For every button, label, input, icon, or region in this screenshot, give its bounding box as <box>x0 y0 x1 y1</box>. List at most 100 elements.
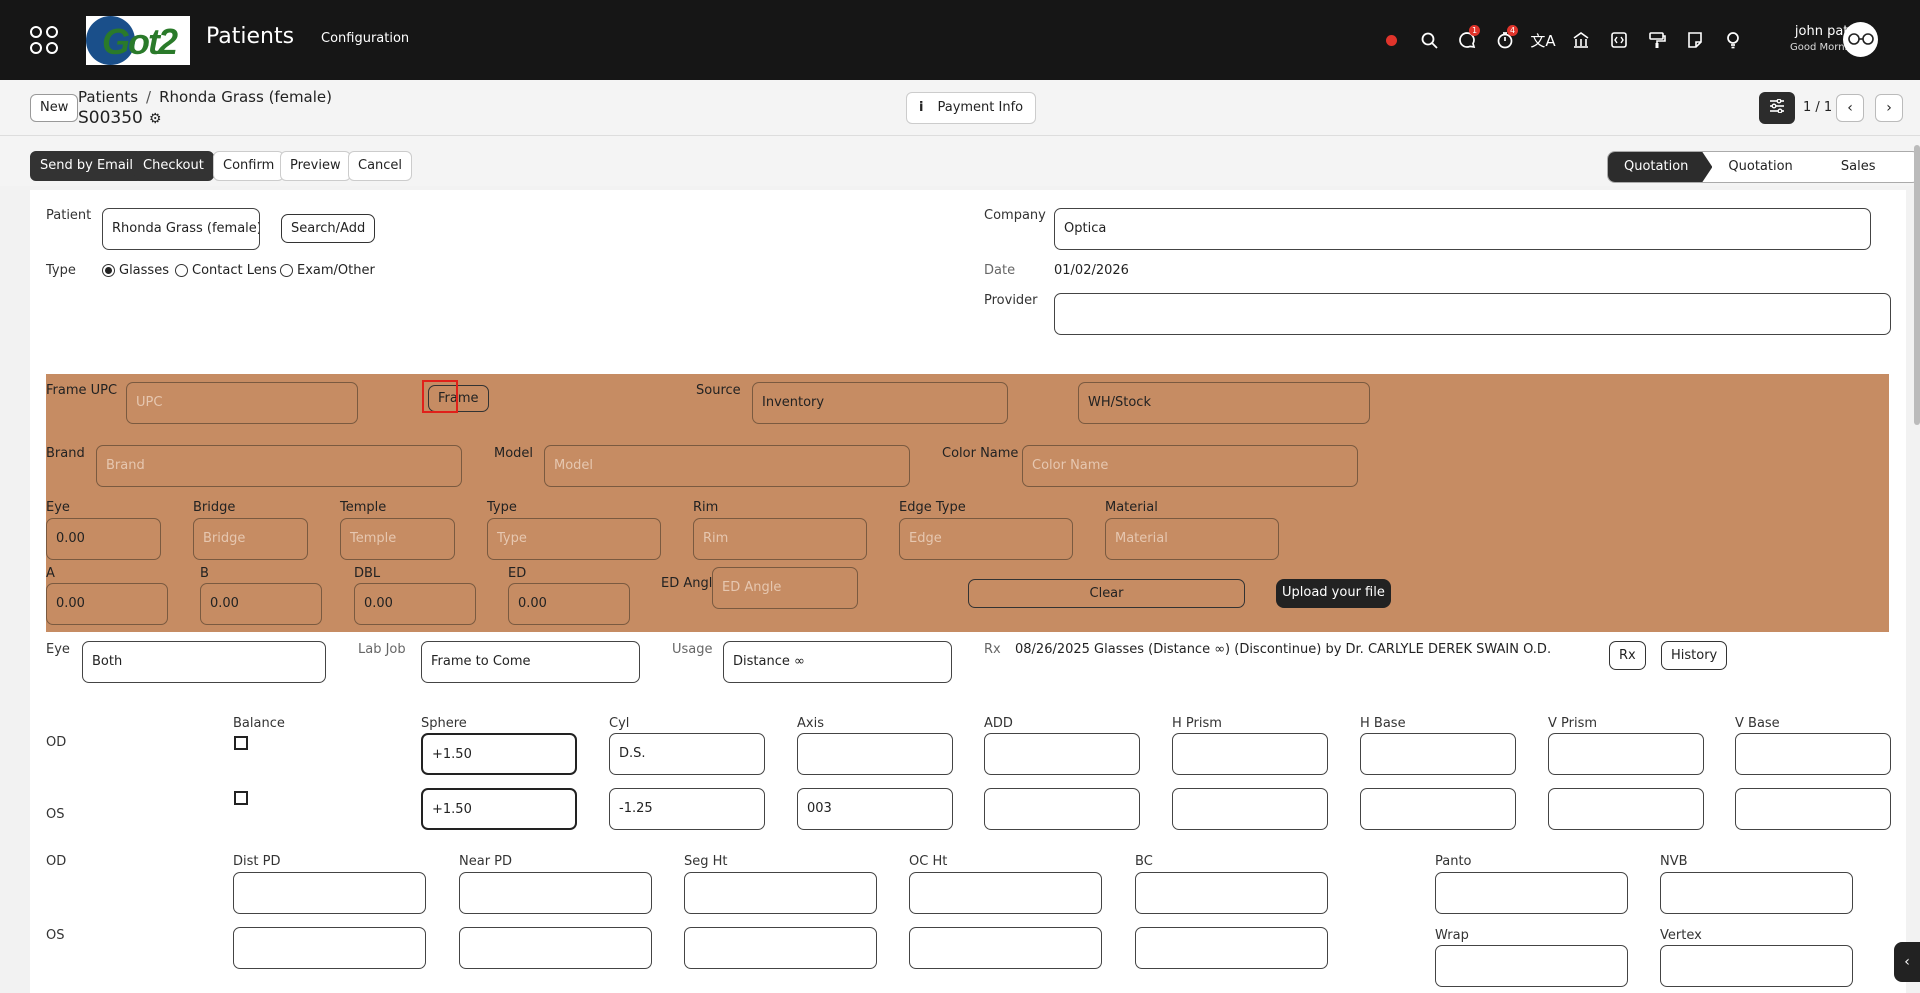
ed-field[interactable]: 0.00 <box>508 583 630 625</box>
os-h-prism-field[interactable] <box>1172 788 1328 830</box>
od-v-prism-field[interactable] <box>1548 733 1704 775</box>
temple-field[interactable]: Temple <box>340 518 455 560</box>
search-icon[interactable] <box>1410 28 1448 52</box>
dbl-field[interactable]: 0.00 <box>354 583 476 625</box>
edge-type-field[interactable]: Edge <box>899 518 1073 560</box>
od-seg-ht-field[interactable] <box>684 872 877 914</box>
a-field[interactable]: 0.00 <box>46 583 168 625</box>
od-oc-ht-field[interactable] <box>909 872 1102 914</box>
od-axis-field[interactable] <box>797 733 953 775</box>
stage-quotation-sent[interactable]: Quotation Sent <box>1712 152 1825 182</box>
bank-icon[interactable] <box>1562 28 1600 52</box>
pager-value: 1 / 1 <box>1803 100 1833 115</box>
os-near-pd-field[interactable] <box>459 927 652 969</box>
os-add-field[interactable] <box>984 788 1140 830</box>
os-sphere-field[interactable]: +1.50 <box>421 788 577 830</box>
usage-field[interactable]: Distance ∞ <box>723 641 952 683</box>
note-icon[interactable] <box>1676 28 1714 52</box>
warehouse-field[interactable]: WH/Stock <box>1078 382 1370 424</box>
history-button[interactable]: History <box>1661 641 1728 670</box>
page-scrollbar[interactable] <box>1914 145 1920 425</box>
os-axis-field[interactable]: 003 <box>797 788 953 830</box>
apps-menu-icon[interactable] <box>30 26 58 54</box>
model-field[interactable]: Model <box>544 445 910 487</box>
frame-upc-field[interactable]: UPC <box>126 382 358 424</box>
od-h-prism-field[interactable] <box>1172 733 1328 775</box>
vertex-field[interactable] <box>1660 945 1853 987</box>
upload-file-button[interactable]: Upload your file <box>1276 579 1391 608</box>
ed-angle-field[interactable]: ED Angle <box>712 567 858 609</box>
type-radio-exam-other[interactable]: Exam/Other <box>280 263 375 278</box>
brand-field[interactable]: Brand <box>96 445 462 487</box>
payment-info-button[interactable]: i Payment Info <box>906 92 1037 124</box>
os-cyl-field[interactable]: -1.25 <box>609 788 765 830</box>
wrap-field[interactable] <box>1435 945 1628 987</box>
payment-info-label: Payment Info <box>937 100 1024 115</box>
checkout-button[interactable]: Checkout <box>133 151 214 181</box>
panto-field[interactable] <box>1435 872 1628 914</box>
patient-field[interactable]: Rhonda Grass (female) <box>102 208 260 250</box>
pager-previous-button[interactable]: ‹ <box>1836 94 1864 122</box>
os-seg-ht-field[interactable] <box>684 927 877 969</box>
rim-field[interactable]: Rim <box>693 518 867 560</box>
clear-button[interactable]: Clear <box>968 579 1245 608</box>
type-radio-glasses[interactable]: Glasses <box>102 263 169 278</box>
breadcrumb-patients[interactable]: Patients <box>78 88 138 106</box>
provider-field[interactable] <box>1054 293 1891 335</box>
material-field[interactable]: Material <box>1105 518 1279 560</box>
color-name-field[interactable]: Color Name <box>1022 445 1358 487</box>
balance-os-checkbox[interactable] <box>234 791 248 805</box>
od-dist-pd-field[interactable] <box>233 872 426 914</box>
os-v-base-field[interactable] <box>1735 788 1891 830</box>
company-logo[interactable]: Got2 <box>86 16 190 65</box>
os-h-base-field[interactable] <box>1360 788 1516 830</box>
confirm-button[interactable]: Confirm <box>213 151 285 181</box>
send-by-email-button[interactable]: Send by Email <box>30 151 144 181</box>
axis-header: Axis <box>797 716 824 731</box>
record-icon[interactable] <box>1372 28 1410 52</box>
od-h-base-field[interactable] <box>1360 733 1516 775</box>
chevron-left-icon[interactable]: ‹ <box>1894 942 1920 982</box>
od-bc-field[interactable] <box>1135 872 1328 914</box>
timer-icon[interactable]: 4 <box>1486 25 1524 52</box>
b-field[interactable]: 0.00 <box>200 583 322 625</box>
paint-icon[interactable] <box>1638 28 1676 52</box>
cancel-button[interactable]: Cancel <box>348 151 413 181</box>
date-value[interactable]: 01/02/2026 <box>1054 263 1129 278</box>
rx-value[interactable]: 08/26/2025 Glasses (Distance ∞) (Discont… <box>1015 642 1551 657</box>
chat-icon[interactable]: 1 <box>1448 25 1486 52</box>
os-bc-field[interactable] <box>1135 927 1328 969</box>
eye-size-field[interactable]: 0.00 <box>46 518 161 560</box>
pager-next-button[interactable]: › <box>1875 94 1903 122</box>
nvb-field[interactable] <box>1660 872 1853 914</box>
source-field[interactable]: Inventory <box>752 382 1008 424</box>
balance-od-checkbox[interactable] <box>234 736 248 750</box>
rx-button[interactable]: Rx <box>1609 641 1646 670</box>
company-field[interactable]: Optica <box>1054 208 1871 250</box>
sliders-icon[interactable] <box>1759 92 1795 124</box>
nav-configuration-menu[interactable]: Configuration <box>321 31 409 46</box>
code-icon[interactable] <box>1600 28 1638 52</box>
lab-job-field[interactable]: Frame to Come <box>421 641 640 683</box>
type-radio-contact-lens[interactable]: Contact Lens <box>175 263 277 278</box>
lens-eye-field[interactable]: Both <box>82 641 326 683</box>
os-oc-ht-field[interactable] <box>909 927 1102 969</box>
search-add-button[interactable]: Search/Add <box>281 214 376 243</box>
stage-quotation[interactable]: Quotation <box>1608 152 1712 182</box>
lightbulb-icon[interactable] <box>1714 28 1752 52</box>
os-v-prism-field[interactable] <box>1548 788 1704 830</box>
od-near-pd-field[interactable] <box>459 872 652 914</box>
od-add-field[interactable] <box>984 733 1140 775</box>
od-v-base-field[interactable] <box>1735 733 1891 775</box>
os-dist-pd-field[interactable] <box>233 927 426 969</box>
avatar[interactable] <box>1843 22 1878 57</box>
od-cyl-field[interactable]: D.S. <box>609 733 765 775</box>
gear-icon[interactable]: ⚙ <box>149 111 162 127</box>
bridge-field[interactable]: Bridge <box>193 518 308 560</box>
preview-button[interactable]: Preview <box>280 151 351 181</box>
stage-sales-order[interactable]: Sales Order <box>1825 152 1919 182</box>
frame-type-field[interactable]: Type <box>487 518 661 560</box>
new-button[interactable]: New <box>30 94 79 122</box>
translate-icon[interactable]: 文A <box>1524 28 1562 52</box>
od-sphere-field[interactable]: +1.50 <box>421 733 577 775</box>
